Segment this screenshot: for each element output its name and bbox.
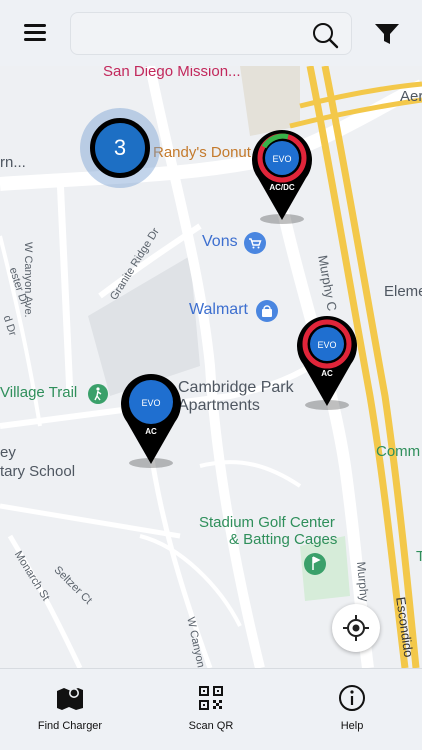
evo-logo: EVO (272, 154, 292, 164)
top-bar (0, 0, 422, 66)
nav-find-charger[interactable]: Find Charger (0, 669, 140, 750)
charger-cluster[interactable]: 3 (80, 108, 160, 188)
my-location-button[interactable] (332, 604, 380, 652)
charger-pin-ac-right[interactable]: EVO AC (295, 314, 359, 410)
search-icon[interactable] (311, 21, 339, 49)
cluster-badge: 3 (90, 118, 150, 178)
hamburger-icon-line (24, 31, 46, 34)
poi-village-trail[interactable]: Village Trail (0, 384, 77, 401)
map-view[interactable]: San Diego Mission... rn... Aer Randy's D… (0, 66, 422, 668)
golf-icon (304, 553, 326, 575)
poi-san-diego-mission[interactable]: San Diego Mission... (103, 66, 241, 80)
shopping-bag-icon (256, 300, 278, 322)
poi-tary-school[interactable]: tary School (0, 463, 75, 480)
street-w-canyon-ave: W Canyon Ave. (22, 242, 34, 318)
evo-logo: EVO (141, 398, 161, 408)
search-input[interactable] (81, 21, 301, 47)
bottom-navigation: Find Charger Scan QR Help (0, 668, 422, 750)
poi-label-ey: ey (0, 444, 16, 461)
poi-stadium-golf[interactable]: Stadium Golf Center (199, 514, 335, 531)
crosshair-icon (343, 615, 369, 641)
info-icon (339, 685, 365, 711)
poi-cambridge-park[interactable]: Cambridge Park (178, 379, 294, 397)
charger-type-label: AC (321, 369, 333, 378)
charger-type-label: AC (145, 427, 157, 436)
nav-scan-qr[interactable]: Scan QR (141, 669, 281, 750)
poi-label-t: T (416, 548, 422, 565)
poi-label-rn: rn... (0, 154, 26, 171)
poi-label-eleme: Eleme (384, 283, 422, 300)
evo-logo: EVO (317, 340, 337, 350)
filter-icon[interactable] (373, 20, 401, 48)
map-pin-icon (297, 316, 357, 406)
poi-walmart[interactable]: Walmart (189, 301, 248, 319)
poi-batting-cages: & Batting Cages (229, 531, 338, 548)
poi-label-aer: Aer (400, 88, 422, 105)
charger-type-label: AC/DC (269, 183, 295, 192)
shopping-cart-icon (244, 232, 266, 254)
search-box (70, 12, 352, 55)
poi-label-comm: Comm (376, 443, 421, 460)
nav-help-label: Help (340, 720, 364, 732)
hiking-icon (88, 384, 108, 404)
charger-pin-acdc[interactable]: EVO AC/DC (250, 128, 314, 224)
nav-help[interactable]: Help (282, 669, 422, 750)
poi-apartments: Apartments (178, 397, 260, 414)
map-icon (57, 688, 83, 710)
hamburger-icon (24, 24, 46, 27)
nav-find-charger-label: Find Charger (37, 720, 103, 732)
cluster-count: 3 (113, 135, 127, 160)
qr-code-icon (199, 686, 223, 710)
map-pin-icon (121, 374, 181, 464)
poi-vons[interactable]: Vons (202, 233, 238, 251)
charger-pin-ac-left[interactable]: EVO AC (119, 372, 183, 468)
hamburger-icon-line (24, 38, 46, 41)
menu-button[interactable] (18, 18, 52, 48)
poi-randys-donuts[interactable]: Randy's Donut (153, 144, 251, 161)
map-pin-icon (252, 130, 312, 220)
nav-scan-qr-label: Scan QR (188, 720, 234, 732)
